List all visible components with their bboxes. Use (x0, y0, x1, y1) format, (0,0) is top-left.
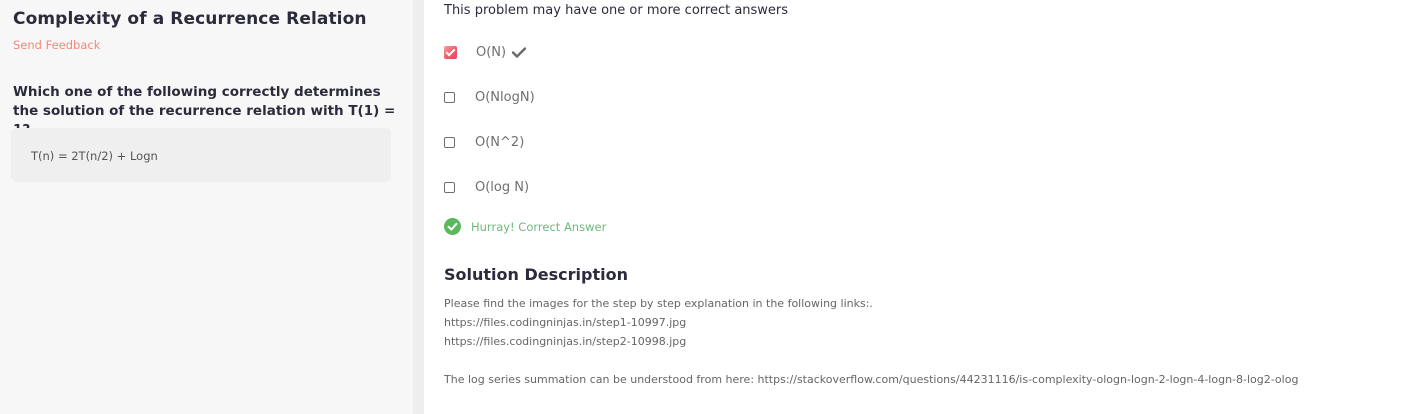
code-text: T(n) = 2T(n/2) + Logn (31, 149, 158, 163)
send-feedback-link[interactable]: Send Feedback (13, 38, 100, 52)
check-circle-icon (444, 218, 461, 235)
checkbox[interactable] (444, 136, 455, 148)
solution-line-log-series: The log series summation can be understo… (444, 373, 1299, 386)
result-text: Hurray! Correct Answer (471, 219, 607, 234)
option-o-log-n[interactable]: O(log N) (444, 177, 529, 197)
option-o-n-squared[interactable]: O(N^2) (444, 132, 524, 152)
option-label: O(log N) (475, 179, 530, 195)
option-o-nlogn[interactable]: O(NlogN) (444, 87, 535, 107)
problem-title: Complexity of a Recurrence Relation (13, 9, 367, 29)
result-message: Hurray! Correct Answer (444, 218, 606, 235)
checkbox-checked[interactable] (444, 45, 457, 59)
option-label: O(NlogN) (475, 89, 535, 105)
option-label: O(N^2) (475, 134, 525, 150)
checkbox[interactable] (444, 91, 455, 103)
problem-panel: Complexity of a Recurrence Relation Send… (0, 0, 413, 414)
check-icon (511, 43, 527, 62)
answer-hint: This problem may have one or more correc… (444, 3, 789, 18)
app-window: Complexity of a Recurrence Relation Send… (0, 0, 1406, 414)
option-label: O(N) (476, 44, 507, 60)
option-o-n[interactable]: O(N) (444, 42, 527, 62)
panel-divider[interactable] (413, 0, 424, 414)
answer-panel: This problem may have one or more correc… (424, 0, 1406, 414)
solution-line: Please find the images for the step by s… (444, 297, 873, 310)
code-block: T(n) = 2T(n/2) + Logn (11, 128, 391, 182)
checkbox[interactable] (444, 181, 455, 193)
solution-link-step1[interactable]: https://files.codingninjas.in/step1-1099… (444, 316, 686, 329)
solution-title: Solution Description (444, 265, 628, 284)
solution-link-step2[interactable]: https://files.codingninjas.in/step2-1099… (444, 335, 686, 348)
